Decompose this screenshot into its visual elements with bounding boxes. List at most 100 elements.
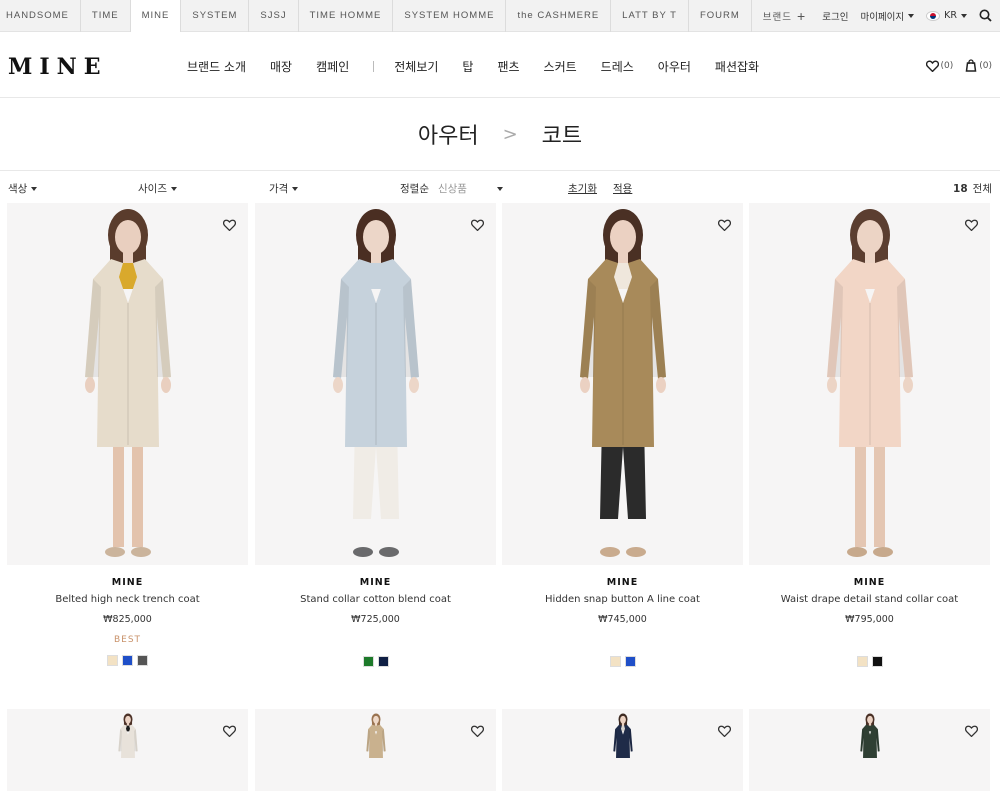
brand-tab-mine[interactable]: MINE xyxy=(130,0,182,32)
nav-divider xyxy=(373,61,375,72)
main-nav: 브랜드 소개 매장 캠페인 전체보기 탑 팬츠 스커트 드레스 아우터 패션잡화 xyxy=(187,58,783,75)
price-filter[interactable]: 가격 xyxy=(269,181,299,196)
nav-campaign[interactable]: 캠페인 xyxy=(316,58,349,75)
brand-bar: HANDSOME TIME MINE SYSTEM SJSJ TIME HOMM… xyxy=(0,0,1000,32)
language-dropdown[interactable]: KR xyxy=(926,10,967,21)
model-photo xyxy=(301,207,451,565)
product-card[interactable]: MINE Waist drape detail stand collar coat… xyxy=(749,203,990,667)
color-swatch[interactable] xyxy=(107,655,118,666)
cart-count: (0) xyxy=(979,60,992,71)
color-swatch[interactable] xyxy=(609,656,621,667)
brand-tab-fourm[interactable]: FOURM xyxy=(689,0,752,32)
model-photo xyxy=(795,713,945,791)
mypage-dropdown[interactable]: 마이페이지 xyxy=(860,9,915,23)
heart-icon xyxy=(925,60,939,72)
brand-tab-sjsj[interactable]: SJSJ xyxy=(249,0,299,32)
brand-tab-time-homme[interactable]: TIME HOMME xyxy=(299,0,394,32)
product-image[interactable] xyxy=(749,709,990,791)
wishlist-heart-icon[interactable] xyxy=(222,722,237,741)
wishlist-count: (0) xyxy=(940,60,954,71)
product-name[interactable]: Waist drape detail stand collar coat xyxy=(749,594,990,605)
model-photo xyxy=(548,713,698,791)
header-icons: (0) (0) xyxy=(925,59,992,72)
nav-skirt[interactable]: 스커트 xyxy=(544,58,577,75)
wishlist-heart-icon[interactable] xyxy=(717,216,732,235)
color-swatch[interactable] xyxy=(871,656,883,667)
product-card[interactable] xyxy=(7,709,248,791)
language-label: KR xyxy=(944,10,957,21)
product-card[interactable] xyxy=(749,709,990,791)
nav-dress[interactable]: 드레스 xyxy=(601,58,634,75)
color-swatches xyxy=(749,656,990,667)
brand-tab-more[interactable]: 브랜드 + xyxy=(752,0,817,32)
brand-tab-system-homme[interactable]: SYSTEM HOMME xyxy=(393,0,507,32)
mine-logo[interactable]: MINE xyxy=(8,54,108,80)
product-info: MINE Belted high neck trench coat ₩825,000… xyxy=(7,565,248,666)
product-name[interactable]: Belted high neck trench coat xyxy=(7,594,248,605)
total-count-label: 전체 xyxy=(972,183,992,195)
wishlist-heart-icon[interactable] xyxy=(470,216,485,235)
color-filter-label: 색상 xyxy=(8,183,28,195)
wishlist-heart-icon[interactable] xyxy=(222,216,237,235)
product-image[interactable] xyxy=(749,203,990,565)
size-filter[interactable]: 사이즈 xyxy=(138,181,177,196)
color-swatches xyxy=(255,656,496,667)
product-image[interactable] xyxy=(7,709,248,791)
product-card[interactable] xyxy=(255,709,496,791)
color-swatch[interactable] xyxy=(122,655,133,666)
nav-all[interactable]: 전체보기 xyxy=(394,58,438,75)
product-name[interactable]: Stand collar cotton blend coat xyxy=(255,594,496,605)
product-card[interactable]: MINE Hidden snap button A line coat ₩745,0… xyxy=(502,203,743,667)
color-swatch[interactable] xyxy=(377,656,389,667)
apply-button[interactable]: 적용 xyxy=(613,181,632,196)
brand-tab-time[interactable]: TIME xyxy=(81,0,131,32)
product-name[interactable]: Hidden snap button A line coat xyxy=(502,594,743,605)
product-image[interactable] xyxy=(255,709,496,791)
product-image[interactable] xyxy=(502,709,743,791)
plus-icon: + xyxy=(797,7,807,24)
product-brand: MINE xyxy=(853,577,886,588)
sort-label: 정렬순 xyxy=(400,183,429,195)
product-price: ₩745,000 xyxy=(598,614,647,625)
color-swatch[interactable] xyxy=(137,655,148,666)
brand-tab-system[interactable]: SYSTEM xyxy=(181,0,250,32)
breadcrumb-separator: > xyxy=(502,123,518,145)
product-image[interactable] xyxy=(7,203,248,565)
product-card[interactable]: MINE Stand collar cotton blend coat ₩725,0… xyxy=(255,203,496,667)
color-swatch[interactable] xyxy=(624,656,636,667)
badge-spacer xyxy=(502,625,743,646)
nav-store[interactable]: 매장 xyxy=(270,58,292,75)
nav-top[interactable]: 탑 xyxy=(462,58,473,75)
wishlist-heart-icon[interactable] xyxy=(717,722,732,741)
breadcrumb-parent[interactable]: 아우터 xyxy=(418,118,479,150)
brand-tab-the-cashmere[interactable]: the CASHMERE xyxy=(506,0,612,32)
color-swatch[interactable] xyxy=(856,656,868,667)
wishlist-heart-icon[interactable] xyxy=(470,722,485,741)
product-card[interactable]: MINE Belted high neck trench coat ₩825,000… xyxy=(7,203,248,666)
nav-pants[interactable]: 팬츠 xyxy=(497,58,519,75)
nav-brand-intro[interactable]: 브랜드 소개 xyxy=(187,58,246,75)
size-filter-label: 사이즈 xyxy=(138,183,167,195)
color-filter[interactable]: 색상 xyxy=(8,181,38,196)
model-photo xyxy=(301,713,451,791)
product-image[interactable] xyxy=(255,203,496,565)
search-button[interactable] xyxy=(979,9,992,22)
wishlist-button[interactable]: (0) xyxy=(925,60,954,72)
product-brand: MINE xyxy=(606,577,639,588)
product-image[interactable] xyxy=(502,203,743,565)
wishlist-heart-icon[interactable] xyxy=(964,722,979,741)
nav-outer[interactable]: 아우터 xyxy=(658,58,691,75)
brand-more-label: 브랜드 xyxy=(762,11,792,23)
sort-dropdown[interactable]: 정렬순 신상품 xyxy=(400,181,503,196)
brand-tab-latt-by-t[interactable]: LATT BY T xyxy=(611,0,689,32)
nav-accessories[interactable]: 패션잡화 xyxy=(715,58,759,75)
login-link[interactable]: 로그인 xyxy=(822,9,848,23)
color-swatch[interactable] xyxy=(362,656,374,667)
shopping-bag-icon xyxy=(965,59,977,72)
product-card[interactable] xyxy=(502,709,743,791)
brand-tab-handsome[interactable]: HANDSOME xyxy=(0,0,81,32)
cart-button[interactable]: (0) xyxy=(965,59,992,72)
reset-button[interactable]: 초기화 xyxy=(568,181,597,196)
breadcrumb-current: 코트 xyxy=(541,124,583,149)
wishlist-heart-icon[interactable] xyxy=(964,216,979,235)
